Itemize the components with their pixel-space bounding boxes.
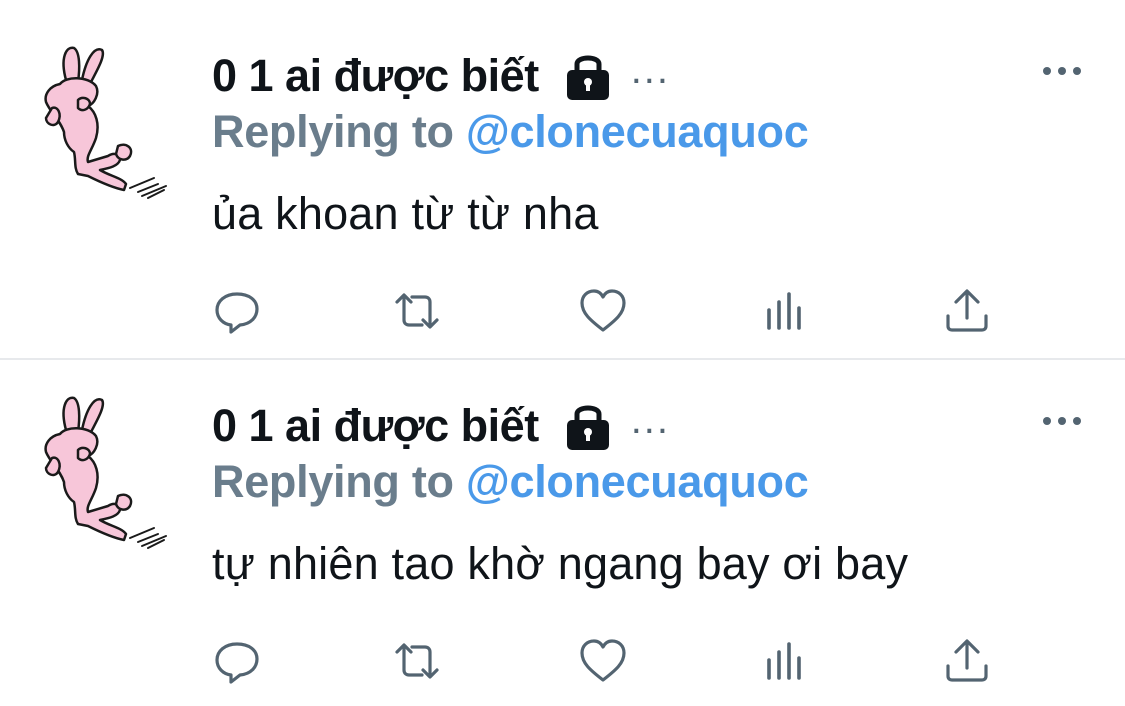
like-heart-icon xyxy=(580,289,626,332)
like-button[interactable] xyxy=(578,286,628,336)
retweet-button[interactable] xyxy=(392,286,442,336)
reply-icon xyxy=(215,642,259,684)
replying-to-label: Replying to xyxy=(212,106,466,157)
author-row: 0 1 ai được biết ... xyxy=(212,398,670,454)
share-button[interactable] xyxy=(942,636,992,686)
lock-icon xyxy=(566,55,609,100)
avatar[interactable] xyxy=(30,38,180,203)
like-button[interactable] xyxy=(578,636,628,686)
action-bar xyxy=(212,636,1002,686)
like-heart-icon xyxy=(580,639,626,682)
tweet-item[interactable]: 0 1 ai được biết ... Replying to @clonec… xyxy=(0,0,1125,350)
reply-handle-link[interactable]: @clonecuaquoc xyxy=(466,106,809,157)
analytics-button[interactable] xyxy=(760,286,810,336)
tweet-text: ủa khoan từ từ nha xyxy=(212,188,599,239)
replying-to-line: Replying to @clonecuaquoc xyxy=(212,106,809,158)
avatar[interactable] xyxy=(30,388,180,553)
replying-to-label: Replying to xyxy=(212,456,466,507)
retweet-icon xyxy=(395,643,439,679)
analytics-icon xyxy=(767,292,801,330)
lock-icon xyxy=(566,405,609,450)
share-icon xyxy=(946,289,988,332)
share-icon xyxy=(946,639,988,682)
analytics-button[interactable] xyxy=(760,636,810,686)
action-bar xyxy=(212,286,1002,336)
replying-to-line: Replying to @clonecuaquoc xyxy=(212,456,809,508)
retweet-button[interactable] xyxy=(392,636,442,686)
tweet-text: tự nhiên tao khờ ngang bay ơi bay xyxy=(212,538,909,589)
analytics-icon xyxy=(767,642,801,680)
display-name[interactable]: 0 1 ai được biết xyxy=(212,400,539,452)
more-options-icon[interactable] xyxy=(1040,56,1084,86)
reply-button[interactable] xyxy=(212,286,262,336)
reply-handle-link[interactable]: @clonecuaquoc xyxy=(466,456,809,507)
name-trailing-ellipsis: ... xyxy=(630,397,671,442)
display-name[interactable]: 0 1 ai được biết xyxy=(212,50,539,102)
author-row: 0 1 ai được biết ... xyxy=(212,48,670,104)
reply-icon xyxy=(215,292,259,334)
more-options-icon[interactable] xyxy=(1040,406,1084,436)
tweet-item[interactable]: 0 1 ai được biết ... Replying to @clonec… xyxy=(0,350,1125,700)
name-trailing-ellipsis: ... xyxy=(630,47,671,92)
reply-button[interactable] xyxy=(212,636,262,686)
share-button[interactable] xyxy=(942,286,992,336)
retweet-icon xyxy=(395,293,439,329)
